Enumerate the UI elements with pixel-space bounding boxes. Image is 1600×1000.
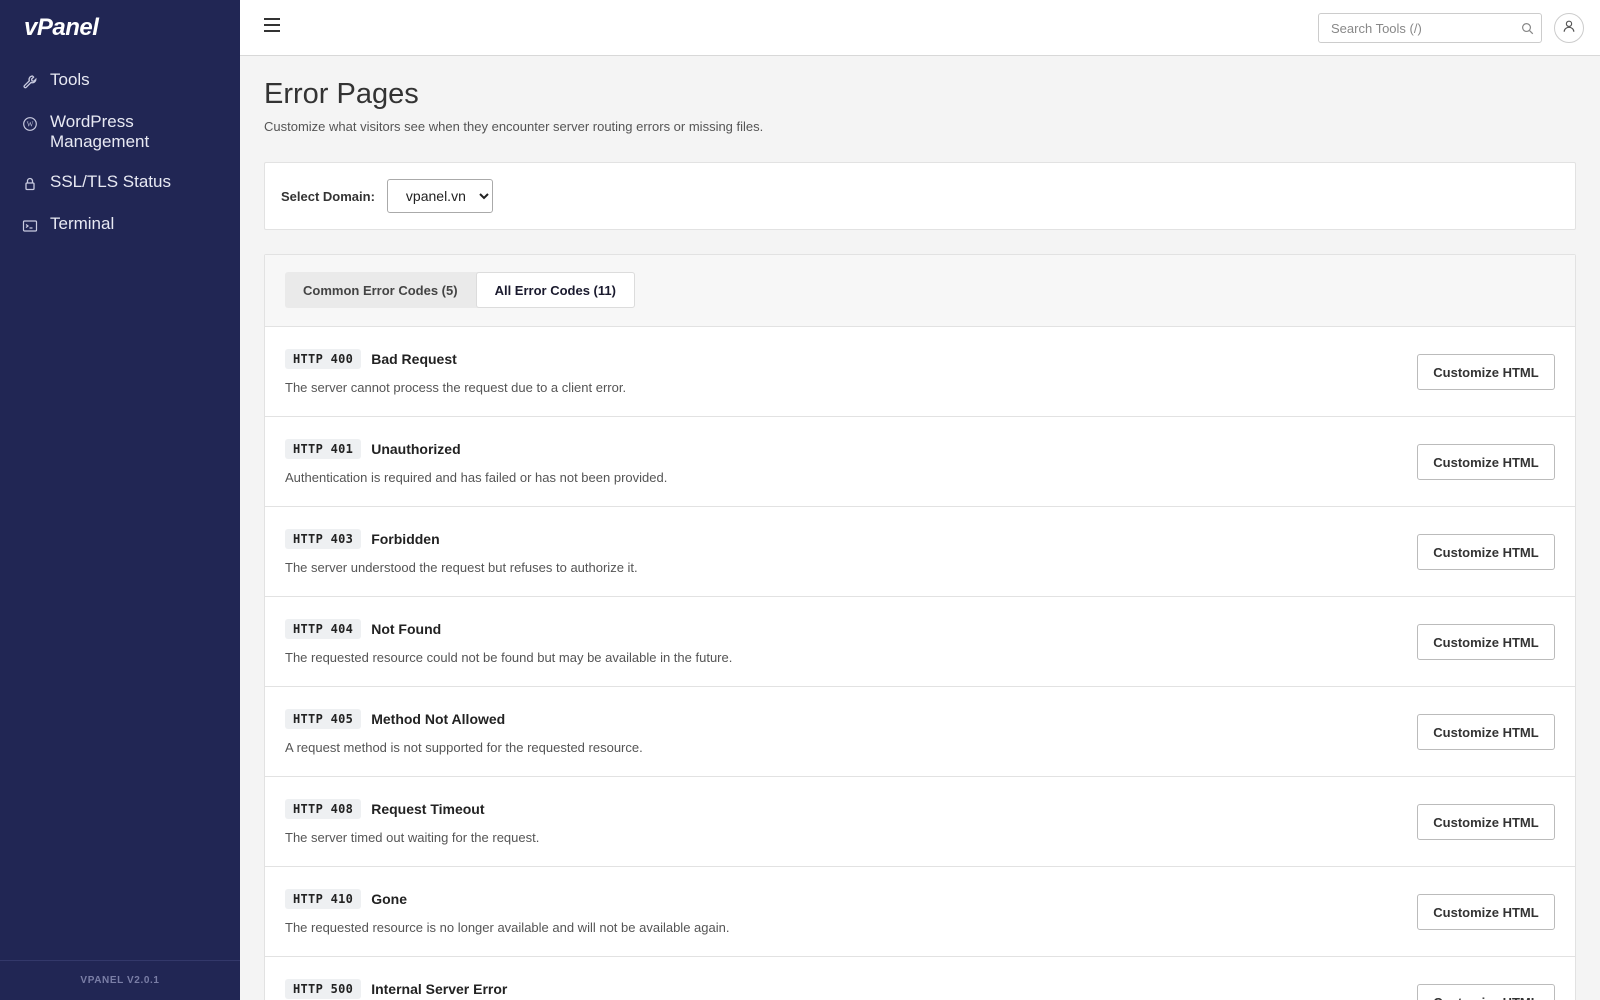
domain-select[interactable]: vpanel.vn (386, 179, 493, 213)
sidebar-item-terminal[interactable]: Terminal (0, 208, 240, 242)
sidebar-item-ssl[interactable]: SSL/TLS Status (0, 166, 240, 200)
wordpress-icon: W (20, 114, 40, 134)
error-description: The requested resource could not be foun… (285, 650, 733, 665)
error-description: The server cannot process the request du… (285, 380, 627, 395)
error-description: A request method is not supported for th… (285, 740, 643, 755)
customize-html-button[interactable]: Customize HTML (1417, 984, 1555, 1000)
terminal-icon (20, 216, 40, 236)
app-logo[interactable]: vPanel (24, 14, 99, 42)
svg-text:W: W (27, 121, 34, 129)
status-code-badge: HTTP 500 (285, 979, 362, 999)
sidebar-item-label: Terminal (50, 214, 115, 233)
error-title: Method Not Allowed (371, 711, 506, 727)
status-code-badge: HTTP 405 (285, 709, 362, 729)
error-code-row: HTTP 400 Bad Request The server cannot p… (265, 327, 1575, 417)
tab-all-error-codes[interactable]: All Error Codes (11) (475, 272, 635, 308)
error-code-row: HTTP 403 Forbidden The server understood… (265, 507, 1575, 597)
domain-label: Select Domain: (281, 188, 375, 204)
page-description: Customize what visitors see when they en… (264, 119, 764, 134)
error-code-row: HTTP 410 Gone The requested resource is … (265, 867, 1575, 957)
lock-icon (20, 174, 40, 194)
tabs-bar: Common Error Codes (5) All Error Codes (… (265, 255, 1575, 327)
status-code-badge: HTTP 403 (285, 529, 362, 549)
customize-html-button[interactable]: Customize HTML (1417, 624, 1555, 660)
main-content: Error Pages Customize what visitors see … (264, 56, 1576, 1000)
error-code-row: HTTP 500 Internal Server Error Customize… (265, 957, 1575, 1000)
status-code-badge: HTTP 404 (285, 619, 362, 639)
error-title: Bad Request (371, 351, 457, 367)
error-title: Not Found (371, 621, 442, 637)
error-title: Unauthorized (371, 441, 461, 457)
customize-html-button[interactable]: Customize HTML (1417, 894, 1555, 930)
menu-toggle-icon[interactable] (264, 18, 282, 36)
user-avatar-button[interactable] (1554, 13, 1584, 43)
status-code-badge: HTTP 408 (285, 799, 362, 819)
error-code-row: HTTP 408 Request Timeout The server time… (265, 777, 1575, 867)
wrench-icon (20, 72, 40, 92)
customize-html-button[interactable]: Customize HTML (1417, 714, 1555, 750)
customize-html-button[interactable]: Customize HTML (1417, 534, 1555, 570)
tabs: Common Error Codes (5) All Error Codes (… (285, 272, 635, 308)
domain-selector-card: Select Domain: vpanel.vn (264, 162, 1576, 230)
search-box (1318, 13, 1542, 43)
sidebar-item-tools[interactable]: Tools (0, 64, 240, 98)
error-title: Internal Server Error (371, 981, 508, 997)
error-title: Request Timeout (371, 801, 485, 817)
app-version: VPANEL V2.0.1 (0, 960, 240, 1000)
error-description: The server timed out waiting for the req… (285, 830, 540, 845)
status-code-badge: HTTP 401 (285, 439, 362, 459)
page-title: Error Pages (264, 78, 419, 110)
error-code-row: HTTP 404 Not Found The requested resourc… (265, 597, 1575, 687)
customize-html-button[interactable]: Customize HTML (1417, 444, 1555, 480)
sidebar-nav: Tools W WordPress Management SSL/TLS Sta… (0, 64, 240, 250)
error-description: Authentication is required and has faile… (285, 470, 668, 485)
customize-html-button[interactable]: Customize HTML (1417, 804, 1555, 840)
error-description: The server understood the request but re… (285, 560, 638, 575)
status-code-badge: HTTP 400 (285, 349, 362, 369)
error-codes-card: Common Error Codes (5) All Error Codes (… (264, 254, 1576, 1000)
customize-html-button[interactable]: Customize HTML (1417, 354, 1555, 390)
user-icon (1562, 19, 1576, 38)
search-icon[interactable] (1513, 22, 1541, 35)
topbar (240, 0, 1600, 56)
status-code-badge: HTTP 410 (285, 889, 362, 909)
tab-common-error-codes[interactable]: Common Error Codes (5) (285, 272, 476, 308)
sidebar-item-label: Tools (50, 70, 90, 89)
sidebar-item-wordpress[interactable]: W WordPress Management (0, 106, 240, 158)
error-code-row: HTTP 405 Method Not Allowed A request me… (265, 687, 1575, 777)
sidebar-item-label: WordPress Management (50, 112, 150, 151)
error-description: The requested resource is no longer avai… (285, 920, 730, 935)
search-input[interactable] (1319, 14, 1513, 42)
sidebar-item-label: SSL/TLS Status (50, 172, 171, 191)
sidebar: vPanel Tools W WordPress Management SSL/… (0, 0, 240, 1000)
error-title: Forbidden (371, 531, 440, 547)
error-title: Gone (371, 891, 407, 907)
error-code-row: HTTP 401 Unauthorized Authentication is … (265, 417, 1575, 507)
